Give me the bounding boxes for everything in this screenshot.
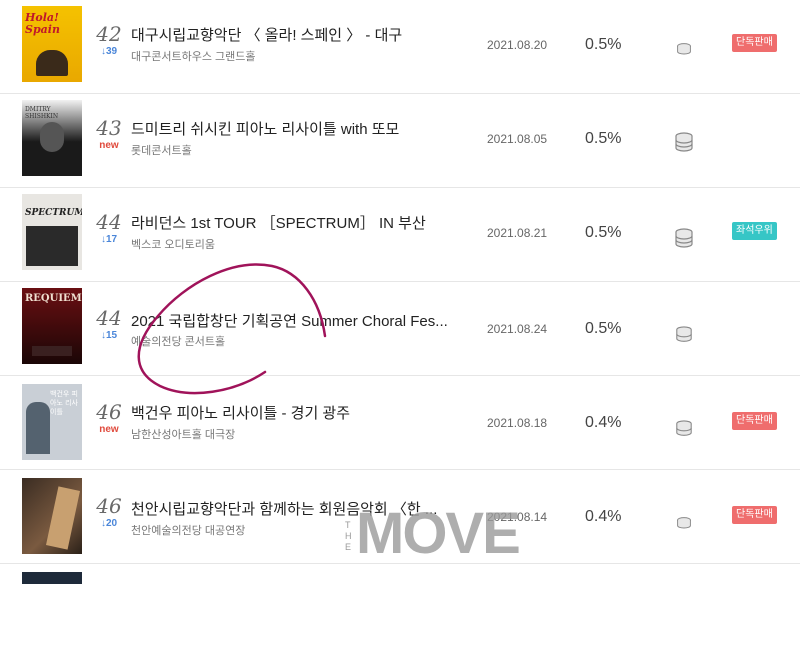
database-icon[interactable]: [674, 132, 694, 152]
poster-image[interactable]: REQUIEM: [22, 288, 82, 364]
booking-rate: 0.4%: [585, 414, 622, 431]
rank-number: 43: [96, 116, 122, 140]
booking-rate: 0.5%: [585, 36, 622, 53]
poster-image[interactable]: 백건우 피아노 리사이틀: [22, 384, 82, 460]
rank-number: 46: [96, 494, 122, 518]
list-item[interactable]: Hola! Spain 42 ↓39 대구시립교향악단 〈 올라! 스페인 〉 …: [0, 0, 800, 94]
performance-date: 2021.08.24: [487, 322, 548, 336]
watermark-logo: MOVE: [356, 501, 521, 566]
list-item[interactable]: 백건우 피아노 리사이틀 46 new 백건우 피아노 리사이틀 - 경기 광주…: [0, 376, 800, 470]
rank-number: 44: [96, 210, 122, 234]
poster-image[interactable]: Hola! Spain: [22, 6, 82, 82]
poster-image[interactable]: [22, 478, 82, 554]
poster-text: DMITRY SHISHKIN: [25, 106, 59, 120]
exclusive-badge: 단독판매: [732, 506, 777, 524]
rank-change: ↓17: [100, 234, 118, 245]
performance-date: 2021.08.20: [487, 38, 548, 52]
rank-change: ↓20: [100, 518, 118, 529]
performance-title[interactable]: 백건우 피아노 리사이틀 - 경기 광주: [131, 402, 350, 423]
venue-name: 남한산성아트홀 대극장: [131, 429, 236, 441]
poster-image[interactable]: SPECTRUM: [22, 194, 82, 270]
booking-rate: 0.5%: [585, 130, 622, 147]
database-icon[interactable]: [674, 326, 694, 344]
poster-text: REQUIEM: [25, 293, 82, 304]
performance-title[interactable]: 2021 국립합창단 기획공연 Summer Choral Fes...: [131, 310, 448, 331]
database-icon[interactable]: [674, 420, 694, 438]
performance-title[interactable]: 드미트리 쉬시킨 피아노 리사이틀 with 또모: [131, 118, 399, 139]
poster-text: SPECTRUM: [25, 208, 82, 218]
list-item[interactable]: REQUIEM 44 ↓15 2021 국립합창단 기획공연 Summer Ch…: [0, 282, 800, 376]
database-icon[interactable]: [674, 42, 694, 58]
poster-text: 백건우 피아노 리사이틀: [50, 390, 78, 416]
poster-image[interactable]: [22, 572, 82, 584]
poster-image[interactable]: DMITRY SHISHKIN: [22, 100, 82, 176]
rank-change: new: [99, 424, 119, 435]
venue-name: 벡스코 오디토리움: [131, 239, 216, 251]
rank-change: ↓15: [100, 330, 118, 341]
performance-date: 2021.08.21: [487, 226, 548, 240]
list-item[interactable]: DMITRY SHISHKIN 43 new 드미트리 쉬시킨 피아노 리사이틀…: [0, 94, 800, 188]
database-icon[interactable]: [674, 228, 694, 248]
rank-change: ↓39: [100, 46, 118, 57]
rank-change: new: [99, 140, 119, 151]
database-icon[interactable]: [674, 516, 694, 532]
venue-name: 천안예술의전당 대공연장: [131, 525, 246, 537]
exclusive-badge: 단독판매: [732, 34, 777, 52]
performance-date: 2021.08.18: [487, 416, 548, 430]
rank-number: 46: [96, 400, 122, 424]
performance-title[interactable]: 라비던스 1st TOUR ［SPECTRUM］ IN 부산: [131, 212, 426, 233]
ranking-list: Hola! Spain 42 ↓39 대구시립교향악단 〈 올라! 스페인 〉 …: [0, 0, 800, 584]
venue-name: 롯데콘서트홀: [131, 145, 192, 157]
performance-title[interactable]: 대구시립교향악단 〈 올라! 스페인 〉 - 대구: [131, 24, 402, 45]
booking-rate: 0.5%: [585, 320, 622, 337]
venue-name: 대구콘서트하우스 그랜드홀: [131, 51, 256, 63]
booking-rate: 0.5%: [585, 224, 622, 241]
exclusive-badge: 단독판매: [732, 412, 777, 430]
poster-text: Hola! Spain: [25, 11, 60, 36]
booking-rate: 0.4%: [585, 508, 622, 525]
list-item[interactable]: [0, 564, 800, 658]
seat-advantage-badge: 좌석우위: [732, 222, 777, 240]
rank-number: 42: [96, 22, 122, 46]
rank-number: 44: [96, 306, 122, 330]
venue-name: 예술의전당 콘서트홀: [131, 336, 226, 348]
list-item[interactable]: SPECTRUM 44 ↓17 라비던스 1st TOUR ［SPECTRUM］…: [0, 188, 800, 282]
watermark-prefix: T H E: [345, 520, 352, 552]
performance-date: 2021.08.05: [487, 132, 548, 146]
